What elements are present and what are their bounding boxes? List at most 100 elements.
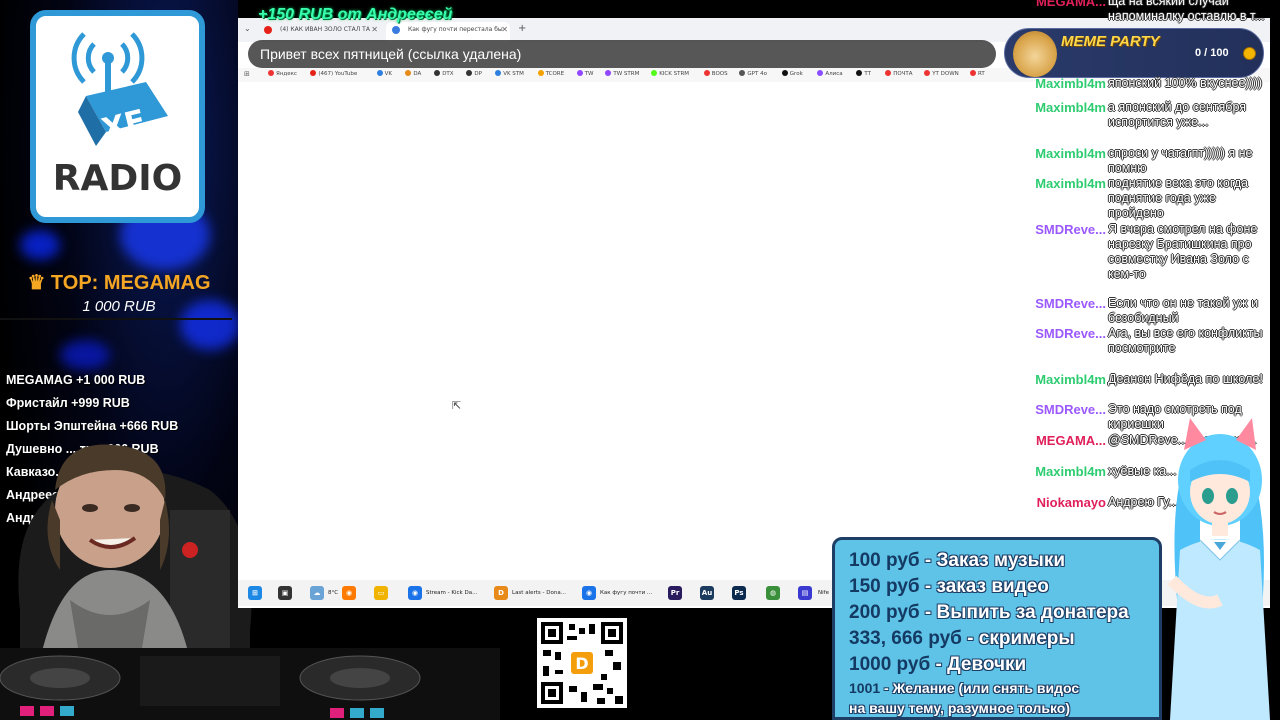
logo-text: RADIO <box>52 158 183 199</box>
bookmark-icon <box>605 70 612 76</box>
chat-text: а японский до сентября испортится уже... <box>1108 100 1247 129</box>
bookmark-label: TT <box>864 71 872 77</box>
chat-username[interactable]: SMDReve... <box>1022 296 1106 311</box>
tab-menu-icon[interactable]: ⌄ <box>244 24 251 33</box>
bookmark-icon <box>739 70 746 76</box>
taskbar-app-icon: ◉ <box>342 585 356 600</box>
bookmark-label: GPT 4o <box>747 71 767 77</box>
bookmark-item[interactable]: RT <box>970 70 985 77</box>
taskbar-item[interactable]: ☁ 8°C <box>310 584 338 602</box>
bookmark-item[interactable]: DTX <box>434 70 454 77</box>
price-amount: 1001 <box>849 680 881 696</box>
new-tab-button[interactable]: + <box>518 23 526 34</box>
close-icon[interactable]: ✕ <box>501 22 508 38</box>
bookmark-item[interactable]: VK STM <box>495 70 524 77</box>
chat-username[interactable]: Maximbl4m <box>1022 464 1106 479</box>
chat-username[interactable]: Maximbl4m <box>1022 176 1106 191</box>
bookmark-item[interactable]: VK <box>376 70 392 77</box>
vtuber-character <box>1160 410 1280 720</box>
taskbar-item[interactable]: Ps <box>732 584 750 602</box>
bookmark-icon <box>268 70 274 76</box>
youtube-icon <box>264 26 272 34</box>
taskbar-app-icon: D <box>494 585 508 600</box>
chat-username[interactable]: Maximbl4m <box>1022 372 1106 387</box>
bg-blob <box>20 230 60 260</box>
bookmark-label: VK STM <box>503 71 524 77</box>
price-row: 150 руб - заказ видео <box>849 574 1159 600</box>
chat-username[interactable]: SMDReve... <box>1022 402 1106 417</box>
bookmark-label: ПОЧТА <box>893 71 913 77</box>
bookmark-icon <box>856 70 863 76</box>
donor-item: Фристайл +999 RUB <box>6 396 130 410</box>
bookmark-item[interactable]: Алиса <box>817 70 843 77</box>
tab-active[interactable]: Как фугу почти перестала бы ✕ <box>386 22 510 42</box>
dj-controller <box>0 648 500 720</box>
taskbar-item[interactable]: Au <box>700 584 718 602</box>
apps-grid-icon[interactable]: ⊞ <box>244 70 250 78</box>
bookmark-icon <box>434 70 441 76</box>
bookmark-item[interactable]: GPT 4o <box>739 70 767 77</box>
taskbar-item[interactable]: ◍ <box>766 584 784 602</box>
chrome-icon <box>392 26 400 34</box>
chat-text: Если что он не такой уж и безобидный <box>1108 296 1259 325</box>
donation-price-list: 100 руб - Заказ музыки 150 руб - заказ ви… <box>832 537 1162 720</box>
taskbar-app-icon: ☁ <box>310 585 324 600</box>
stream-overlay: { "logo": { "text": "RADIO", "badge": "X… <box>0 0 1280 720</box>
taskbar-app-icon: ⊞ <box>248 585 262 600</box>
chat-username[interactable]: Maximbl4m <box>1022 76 1106 91</box>
chat-username[interactable]: Maximbl4m <box>1022 146 1106 161</box>
close-icon[interactable]: ✕ <box>371 22 378 38</box>
taskbar-item[interactable]: D Last alerts - Dona... <box>494 584 566 602</box>
bookmark-item[interactable]: (467) YouTube <box>310 70 357 77</box>
bookmark-item[interactable]: KICK STRM <box>651 70 689 77</box>
taskbar-item[interactable]: Nife <box>818 584 829 602</box>
chat-username[interactable]: MEGAMA... <box>1022 0 1106 9</box>
chat-username[interactable]: MEGAMA... <box>1022 433 1106 448</box>
bookmark-item[interactable]: ПОЧТА <box>885 70 913 77</box>
taskbar-item[interactable]: ◉ <box>342 584 360 602</box>
taskbar-item[interactable]: ◉ Как фугу почти ... <box>582 584 652 602</box>
taskbar-item[interactable]: Pr <box>668 584 686 602</box>
chat-text: Я вчера смотрел на фоне нарезку Братишки… <box>1108 222 1258 281</box>
taskbar-app-icon: Pr <box>668 585 682 600</box>
bookmark-item[interactable]: TT <box>856 70 871 77</box>
bookmark-item[interactable]: Grok <box>781 70 803 77</box>
bookmark-item[interactable]: DA <box>405 70 421 77</box>
chat-username[interactable]: SMDReve... <box>1022 222 1106 237</box>
bookmark-label: DA <box>413 71 422 77</box>
bookmark-icon <box>376 70 383 76</box>
qr-code[interactable]: D <box>537 618 627 708</box>
address-bar[interactable]: Привет всех пятницей (ссылка удалена) <box>248 40 996 68</box>
radio-logo: XE RADIO <box>30 10 205 223</box>
bookmark-icon <box>703 70 710 76</box>
bookmark-icon <box>466 70 473 76</box>
svg-text:D: D <box>575 654 588 673</box>
bookmark-icon <box>405 70 412 76</box>
bookmark-icon <box>781 70 788 76</box>
bookmark-item[interactable]: Яндекс <box>268 70 297 77</box>
taskbar-item[interactable]: ▣ <box>278 584 296 602</box>
bookmark-item[interactable]: DP <box>466 70 482 77</box>
bookmark-label: DTX <box>442 71 454 77</box>
taskbar-item[interactable]: ▤ <box>798 584 816 602</box>
chat-username[interactable]: Maximbl4m <box>1022 100 1106 115</box>
taskbar-label: Nife <box>818 590 829 596</box>
tab-youtube[interactable]: (4) КАК ИВАН ЗОЛО СТАЛ ТА ✕ <box>258 22 380 42</box>
bookmark-item[interactable]: YT DOWN <box>924 70 959 77</box>
bookmark-label: (467) YouTube <box>318 71 358 77</box>
donor-item: MEGAMAG +1 000 RUB <box>6 373 146 387</box>
bookmark-item[interactable]: BOOS <box>703 70 728 77</box>
price-row: на вашу тему, разумное только) <box>849 698 1159 718</box>
chat-text: спроси у чатагпт))))) я не помню <box>1108 146 1253 175</box>
taskbar-item[interactable]: ⊞ <box>248 584 266 602</box>
bookmark-label: TW STRM <box>613 71 640 77</box>
bookmark-item[interactable]: TW STRM <box>605 70 639 77</box>
bookmark-item[interactable]: TCORE <box>537 70 564 77</box>
taskbar-item[interactable]: ▭ <box>374 584 392 602</box>
chat-username[interactable]: SMDReve... <box>1022 326 1106 341</box>
bookmark-item[interactable]: TW <box>576 70 593 77</box>
chat-username[interactable]: Niokamayo <box>1022 495 1106 510</box>
donation-ticker: +150 RUB от Андрееєей <box>258 6 453 23</box>
taskbar-app-icon: ◍ <box>766 585 780 600</box>
taskbar-item[interactable]: ◉ Stream - Kick Da... <box>408 584 477 602</box>
